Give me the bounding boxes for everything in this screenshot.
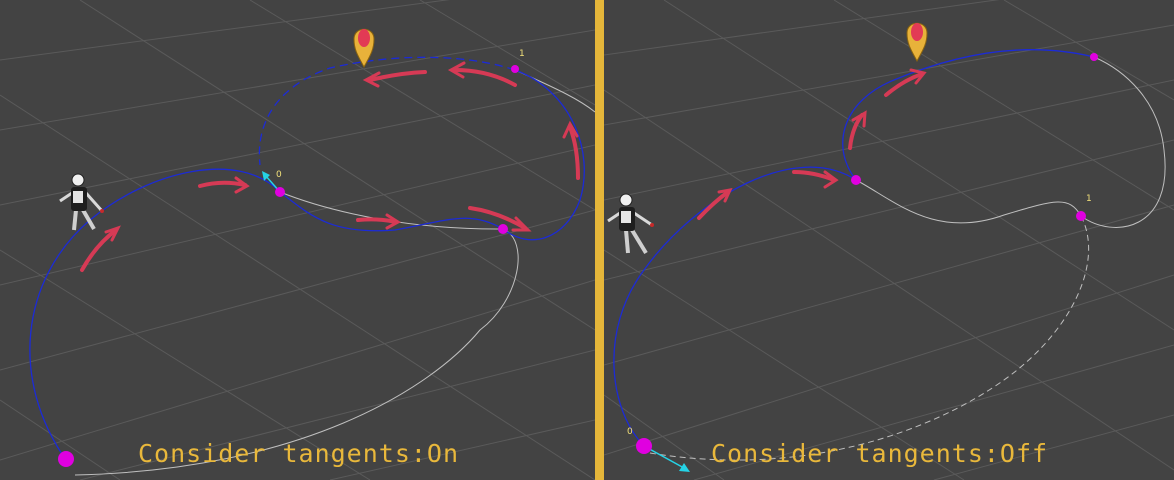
waypoint-end[interactable] <box>1090 53 1098 61</box>
waypoint-0-label: 0 <box>276 170 282 180</box>
caption-tangents-off: Consider tangents:Off <box>711 439 1049 468</box>
waypoint-1[interactable] <box>511 65 519 73</box>
robot-character-icon[interactable] <box>607 193 654 255</box>
editor-viewports: 0 1 Consider tangents:On 0 1 Consider ta… <box>0 0 1174 480</box>
viewport-tangents-on[interactable]: 0 1 Consider tangents:On <box>0 0 595 480</box>
waypoint-0[interactable] <box>275 187 285 197</box>
ground-grid <box>0 0 595 480</box>
viewport-tangents-off[interactable]: 0 1 Consider tangents:Off <box>604 0 1174 480</box>
waypoint-1-label: 1 <box>519 49 525 59</box>
spline-path[interactable] <box>29 69 585 461</box>
viewport-divider <box>595 0 604 480</box>
waypoint-mid[interactable] <box>498 224 508 234</box>
waypoint-mid[interactable] <box>851 175 861 185</box>
waypoint-start[interactable] <box>58 451 74 467</box>
caption-tangents-on: Consider tangents:On <box>138 439 460 468</box>
waypoint-0[interactable] <box>636 438 652 454</box>
ghost-path-tail <box>514 69 595 113</box>
scene-left: 0 1 <box>0 0 595 480</box>
ghost-path-dashed <box>643 215 1090 461</box>
ghost-path <box>74 191 519 476</box>
direction-arrows <box>697 68 927 220</box>
robot-character-icon[interactable] <box>59 173 104 231</box>
scene-right: 0 1 <box>604 0 1174 480</box>
waypoint-1[interactable] <box>1076 211 1086 221</box>
waypoint-0-label: 0 <box>627 427 633 437</box>
waypoint-1-label: 1 <box>1086 194 1092 204</box>
